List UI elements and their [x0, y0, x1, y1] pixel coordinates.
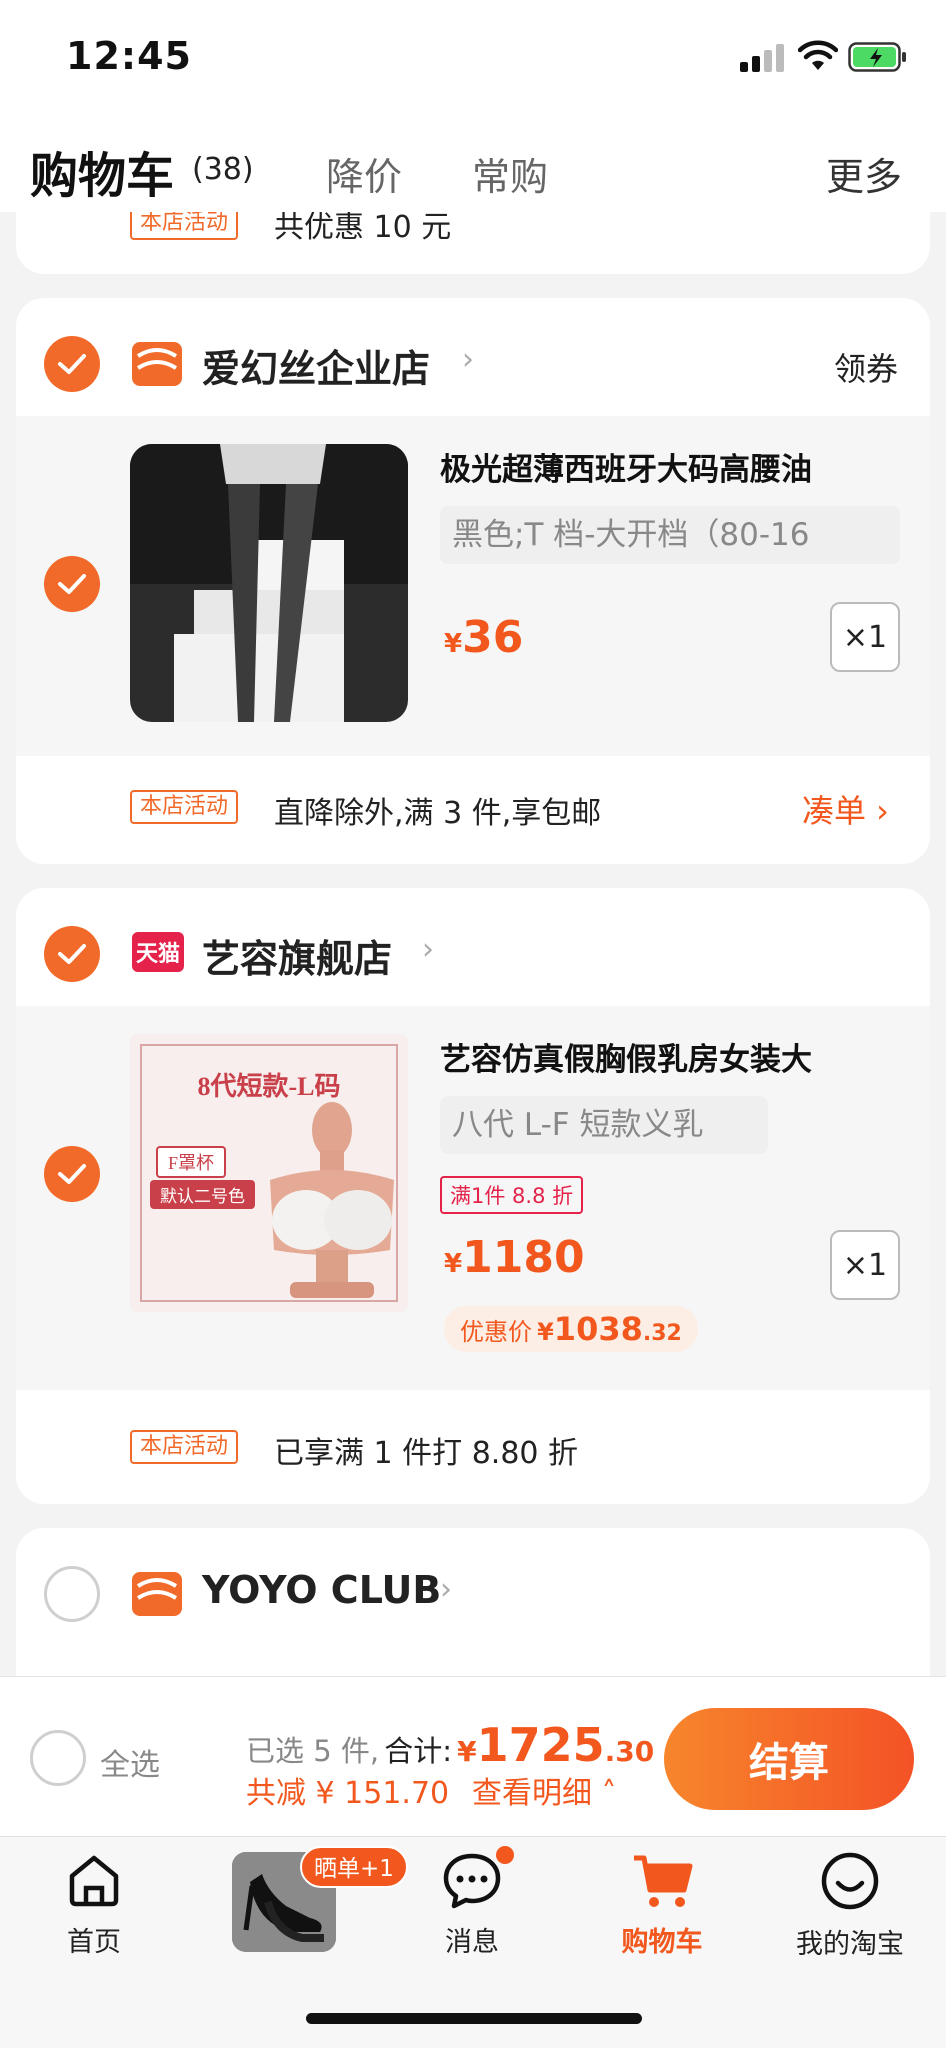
product-image[interactable]	[130, 444, 408, 722]
view-detail-link[interactable]: 查看明细 ˄	[472, 1768, 617, 1812]
store-promo-text: 共优惠 10 元	[274, 212, 452, 245]
item-checkbox[interactable]	[44, 1146, 100, 1202]
tab-frequent[interactable]: 常购	[472, 146, 548, 201]
tab-home[interactable]: 首页	[24, 1850, 164, 1959]
store-card: 爱幻丝企业店 › 领券 极光超薄西班牙大码高腰油 黑色;T 档-大开档（80-1…	[16, 298, 930, 864]
item-checkbox[interactable]	[44, 556, 100, 612]
page-title: 购物车	[30, 148, 175, 204]
store-checkbox[interactable]	[44, 926, 100, 982]
image-color-label: 默认二号色	[150, 1180, 255, 1209]
checkout-button[interactable]: 结算	[664, 1708, 914, 1810]
unread-dot	[496, 1846, 514, 1864]
store-promo-tag: 本店活动	[130, 1430, 239, 1464]
store-promo-text: 直降除外,满 3 件,享包邮	[274, 796, 602, 831]
product-image[interactable]: 8代短款-L码 F罩杯 默认二号色	[130, 1034, 408, 1312]
store-promo-tag: 本店活动	[130, 212, 239, 240]
product-title[interactable]: 极光超薄西班牙大码高腰油	[440, 444, 880, 489]
checkout-total: 已选 5 件, 合计: ¥1725.30	[246, 1718, 655, 1772]
store-name[interactable]: 爱幻丝企业店	[202, 338, 430, 393]
sku-selector[interactable]: 黑色;T 档-大开档（80-16	[440, 506, 900, 564]
cart-count: (38)	[192, 152, 254, 187]
sku-selector[interactable]: 八代 L-F 短款义乳	[440, 1096, 768, 1154]
store-name[interactable]: 艺容旗舰店	[202, 928, 392, 983]
sku-text: 八代 L-F 短款义乳	[452, 1107, 704, 1143]
battery-icon	[848, 42, 906, 72]
more-button[interactable]: 更多	[826, 146, 902, 201]
image-cup-label: F罩杯	[156, 1146, 227, 1178]
previous-store-card: 本店活动 共优惠 10 元	[16, 212, 930, 274]
tab-cart[interactable]: 购物车	[592, 1850, 732, 1959]
store-checkbox[interactable]	[44, 336, 100, 392]
coudan-link[interactable]: 凑单 ›	[802, 786, 889, 832]
tab-label: 消息	[445, 1927, 499, 1958]
profile-icon	[821, 1852, 879, 1910]
coupon-button[interactable]: 领券	[834, 344, 898, 390]
store-checkbox[interactable]	[44, 1566, 100, 1622]
image-title: 8代短款-L码	[197, 1072, 341, 1101]
product-title[interactable]: 艺容仿真假胸假乳房女装大	[440, 1034, 880, 1079]
select-all-checkbox[interactable]	[30, 1730, 86, 1786]
message-icon	[443, 1853, 501, 1909]
quantity-stepper[interactable]: ×1	[830, 1230, 900, 1300]
checkout-saved: 共减 ¥ 151.70	[246, 1776, 450, 1811]
chevron-right-icon: ›	[422, 932, 434, 967]
taobao-shop-icon	[132, 1572, 182, 1616]
taobao-shop-icon	[132, 342, 182, 386]
home-indicator	[306, 2013, 642, 2024]
select-all-label[interactable]: 全选	[100, 1740, 160, 1784]
check-icon	[58, 574, 86, 594]
discounted-price: 优惠价 ¥1038.32	[444, 1306, 698, 1352]
signal-icon	[740, 44, 786, 72]
chevron-right-icon: ›	[440, 1572, 452, 1607]
tab-label: 我的淘宝	[796, 1929, 904, 1960]
wifi-icon	[798, 40, 838, 70]
store-promo-text: 已享满 1 件打 8.80 折	[274, 1436, 579, 1471]
cart-item: 极光超薄西班牙大码高腰油 黑色;T 档-大开档（80-16 ¥36 ×1	[16, 416, 930, 756]
store-name[interactable]: YOYO CLUB	[202, 1568, 441, 1612]
sku-text: 黑色;T 档-大开档（80-16	[452, 517, 810, 553]
tab-price-drop[interactable]: 降价	[326, 146, 402, 201]
share-badge: 晒单+1	[300, 1846, 408, 1888]
tab-profile[interactable]: 我的淘宝	[780, 1850, 920, 1961]
product-price: ¥36	[444, 612, 524, 663]
tmall-icon: 天猫	[132, 932, 184, 972]
check-icon	[58, 354, 86, 374]
tab-label: 购物车	[621, 1927, 703, 1958]
quantity-stepper[interactable]: ×1	[830, 602, 900, 672]
check-icon	[58, 1164, 86, 1184]
cart-icon	[634, 1855, 693, 1907]
chevron-right-icon: ›	[462, 342, 474, 377]
product-price: ¥1180	[444, 1232, 585, 1283]
cart-item: 8代短款-L码 F罩杯 默认二号色 艺容仿真假胸假乳房女装大 八代 L-F 短款…	[16, 1006, 930, 1390]
home-icon	[69, 1855, 119, 1907]
tab-label: 首页	[67, 1927, 121, 1958]
status-time: 12:45	[66, 34, 192, 78]
store-card: 天猫 艺容旗舰店 › 8代短款-L码 F罩杯 默认二号色 艺容仿真假胸假乳房女装…	[16, 888, 930, 1504]
discount-tag: 满1件 8.8 折	[440, 1176, 584, 1214]
store-promo-tag: 本店活动	[130, 790, 239, 824]
check-icon	[58, 944, 86, 964]
tab-messages[interactable]: 消息	[402, 1850, 542, 1959]
